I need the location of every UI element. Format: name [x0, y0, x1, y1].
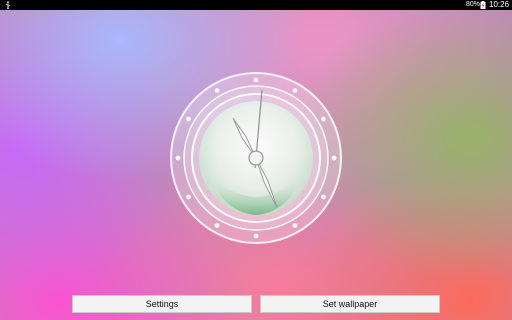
battery-percentage: 80%	[466, 1, 481, 8]
status-time: 10:26	[489, 0, 510, 9]
set-wallpaper-button[interactable]: Set wallpaper	[260, 295, 440, 313]
battery-charging-icon	[480, 1, 486, 9]
settings-button[interactable]: Settings	[72, 295, 252, 313]
usb-icon	[5, 1, 11, 9]
status-bar: 80% 10:26	[0, 0, 512, 10]
analog-clock	[170, 72, 342, 244]
